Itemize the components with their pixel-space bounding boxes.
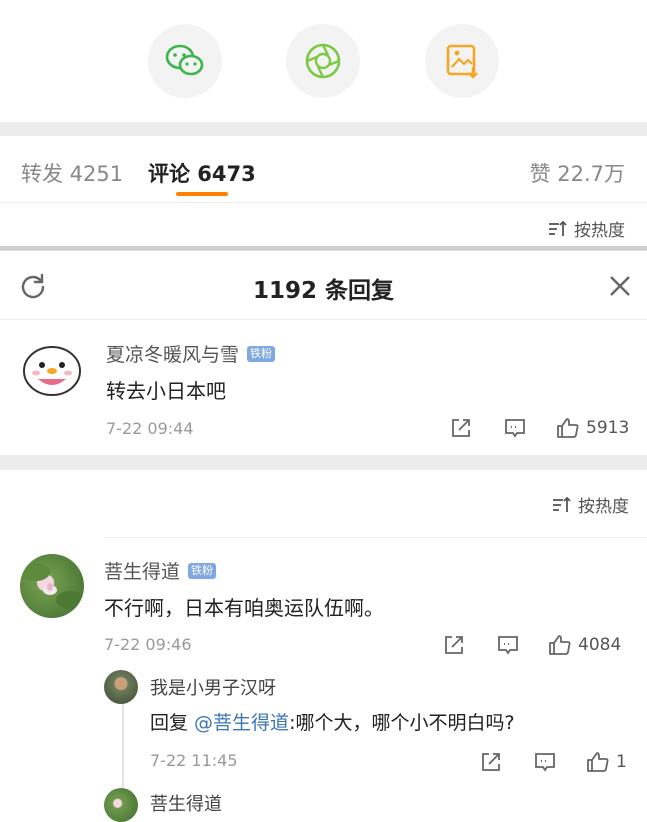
moments-icon xyxy=(305,43,341,79)
share-icon xyxy=(482,753,500,771)
tab-likes[interactable]: 赞 22.7万 xyxy=(530,158,625,188)
reply-count-title: 1192 条回复 xyxy=(252,278,395,304)
sort-label: 按热度 xyxy=(574,221,625,241)
reply-text: 回复 @菩生得道:哪个大，哪个小不明白吗? xyxy=(150,708,515,735)
share-icon xyxy=(445,636,463,654)
fan-badge: 铁粉 xyxy=(188,562,217,579)
like-button[interactable]: 5913 xyxy=(556,417,629,439)
comment-time: 7-22 09:44 xyxy=(106,419,194,438)
username[interactable]: 我是小男子汉呀 xyxy=(150,674,276,700)
avatar[interactable] xyxy=(20,337,84,401)
avatar[interactable] xyxy=(104,670,138,704)
reply-button[interactable] xyxy=(503,417,527,439)
share-button[interactable] xyxy=(450,417,472,439)
reply-time: 7-22 11:45 xyxy=(150,751,238,770)
comment-icon xyxy=(505,419,525,438)
sort-icon xyxy=(549,220,567,236)
share-row xyxy=(0,0,647,122)
comment-icon xyxy=(535,753,555,772)
save-image-icon xyxy=(446,44,478,79)
close-icon[interactable] xyxy=(609,275,631,297)
section-gap xyxy=(0,122,647,136)
save-image-button[interactable] xyxy=(425,24,499,98)
bird-avatar-icon xyxy=(23,346,81,396)
reply-sheet-header: 1192 条回复 xyxy=(0,251,647,320)
reply-author[interactable]: 菩生得道 xyxy=(150,790,222,816)
avatar[interactable] xyxy=(20,554,84,618)
like-count: 4084 xyxy=(578,635,622,655)
thumbs-up-icon xyxy=(557,418,579,438)
sort-by-hot-button[interactable]: 按热度 xyxy=(548,216,625,241)
reply-prefix: 回复 xyxy=(150,712,195,734)
reply-author[interactable]: 我是小男子汉呀 xyxy=(150,674,276,700)
comment-text: 转去小日本吧 xyxy=(106,379,226,403)
comment-text: 不行啊，日本有咱奥运队伍啊。 xyxy=(104,596,384,620)
sort-icon xyxy=(553,496,571,512)
reply-list: 按热度 菩生得道 铁粉 不行啊，日本有咱奥运队伍啊。 7-22 09:46 40… xyxy=(0,470,647,822)
like-count: 5913 xyxy=(586,418,630,438)
comment-author[interactable]: 菩生得道 铁粉 xyxy=(104,557,217,584)
share-button[interactable] xyxy=(480,751,502,773)
lotus-avatar-icon xyxy=(22,563,84,609)
comment-icon xyxy=(498,636,518,655)
username[interactable]: 菩生得道 xyxy=(150,790,222,816)
section-gap xyxy=(0,455,647,470)
fan-badge: 铁粉 xyxy=(247,345,276,362)
divider xyxy=(104,537,647,538)
wechat-icon xyxy=(165,44,204,76)
reply-button[interactable] xyxy=(533,751,557,773)
avatar[interactable] xyxy=(104,788,138,822)
sort-by-hot-button[interactable]: 按热度 xyxy=(552,492,629,517)
username[interactable]: 菩生得道 xyxy=(104,557,180,584)
tab-repost[interactable]: 转发 4251 xyxy=(21,158,123,188)
share-icon xyxy=(452,419,470,437)
like-button[interactable]: 1 xyxy=(586,751,627,773)
comment-author[interactable]: 夏凉冬暖风与雪 铁粉 xyxy=(106,340,276,367)
username[interactable]: 夏凉冬暖风与雪 xyxy=(106,340,239,367)
thumbs-up-icon xyxy=(587,752,609,772)
reply-sheet: 1192 条回复 夏凉冬暖风与雪 铁粉 转去小日本吧 7-22 09:44 59… xyxy=(0,250,647,455)
active-tab-indicator xyxy=(176,192,228,196)
like-count: 1 xyxy=(616,752,627,772)
mention-link[interactable]: @菩生得道 xyxy=(194,712,289,734)
sort-label: 按热度 xyxy=(578,497,629,517)
engagement-tabs: 转发 4251 评论 6473 赞 22.7万 xyxy=(0,136,647,203)
tab-comments[interactable]: 评论 6473 xyxy=(148,158,256,188)
reply-button[interactable] xyxy=(496,634,520,656)
wechat-share-button[interactable] xyxy=(148,24,222,98)
comment-time: 7-22 09:46 xyxy=(104,635,192,654)
thumbs-up-icon xyxy=(549,635,571,655)
moments-share-button[interactable] xyxy=(286,24,360,98)
reply-body: :哪个大，哪个小不明白吗? xyxy=(289,712,515,734)
like-button[interactable]: 4084 xyxy=(548,634,621,656)
share-button[interactable] xyxy=(443,634,465,656)
thread-line xyxy=(122,696,124,800)
